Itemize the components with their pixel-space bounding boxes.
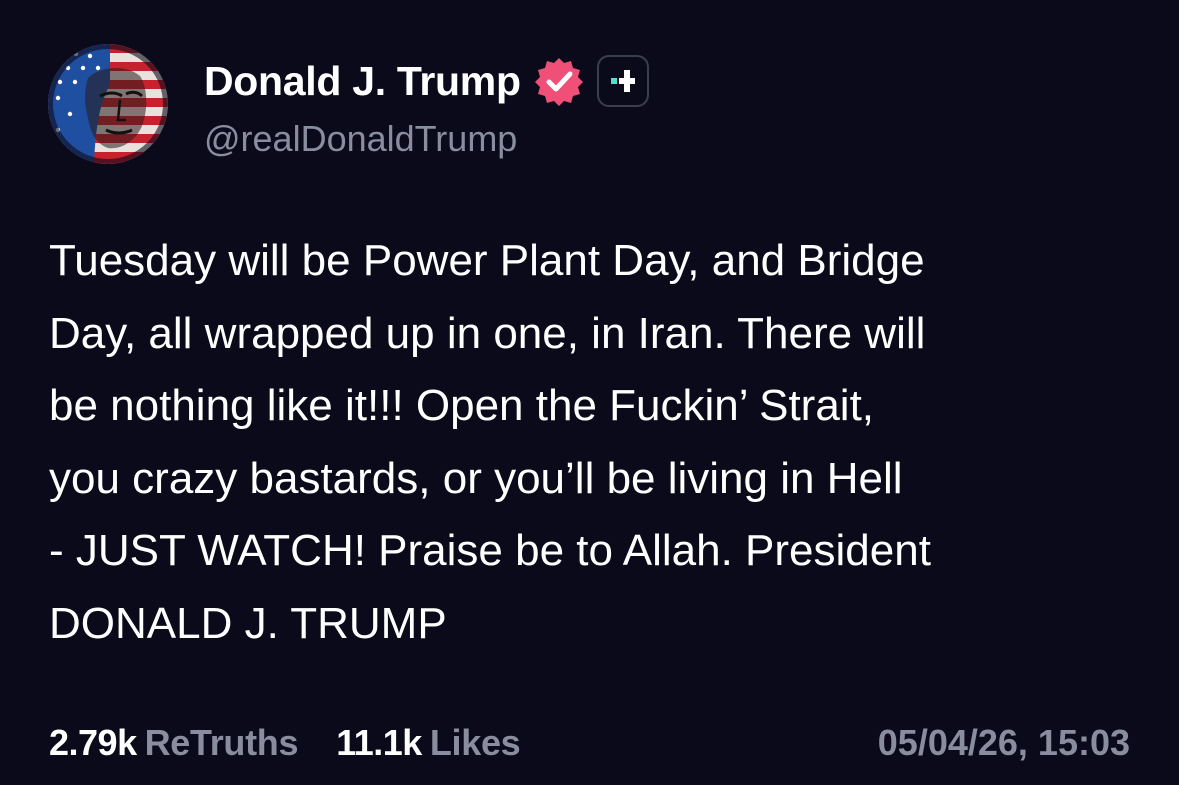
author-name-row: Donald J. Trump bbox=[204, 55, 649, 107]
retruths-label: ReTruths bbox=[144, 722, 299, 763]
post-stats: 2.79k ReTruths 11.1k Likes bbox=[49, 722, 521, 764]
truth-post: Donald J. Trump @realDonaldTrump Tuesday… bbox=[0, 0, 1179, 785]
post-timestamp: 05/04/26, 15:03 bbox=[877, 722, 1130, 763]
retruths-count: 2.79k bbox=[49, 722, 137, 763]
avatar[interactable] bbox=[48, 44, 168, 164]
likes-label: Likes bbox=[429, 722, 521, 763]
likes-stat[interactable]: 11.1k Likes bbox=[336, 722, 520, 764]
avatar-flag-portrait-icon bbox=[48, 44, 168, 164]
retruths-stat[interactable]: 2.79k ReTruths bbox=[49, 722, 299, 764]
post-body-text: Tuesday will be Power Plant Day, and Bri… bbox=[49, 236, 931, 648]
author-handle[interactable]: @realDonaldTrump bbox=[204, 118, 517, 160]
likes-count: 11.1k bbox=[336, 722, 422, 763]
plus-badge-icon[interactable] bbox=[596, 55, 649, 107]
author-display-name[interactable]: Donald J. Trump bbox=[204, 58, 521, 105]
verified-badge-icon bbox=[533, 55, 585, 107]
